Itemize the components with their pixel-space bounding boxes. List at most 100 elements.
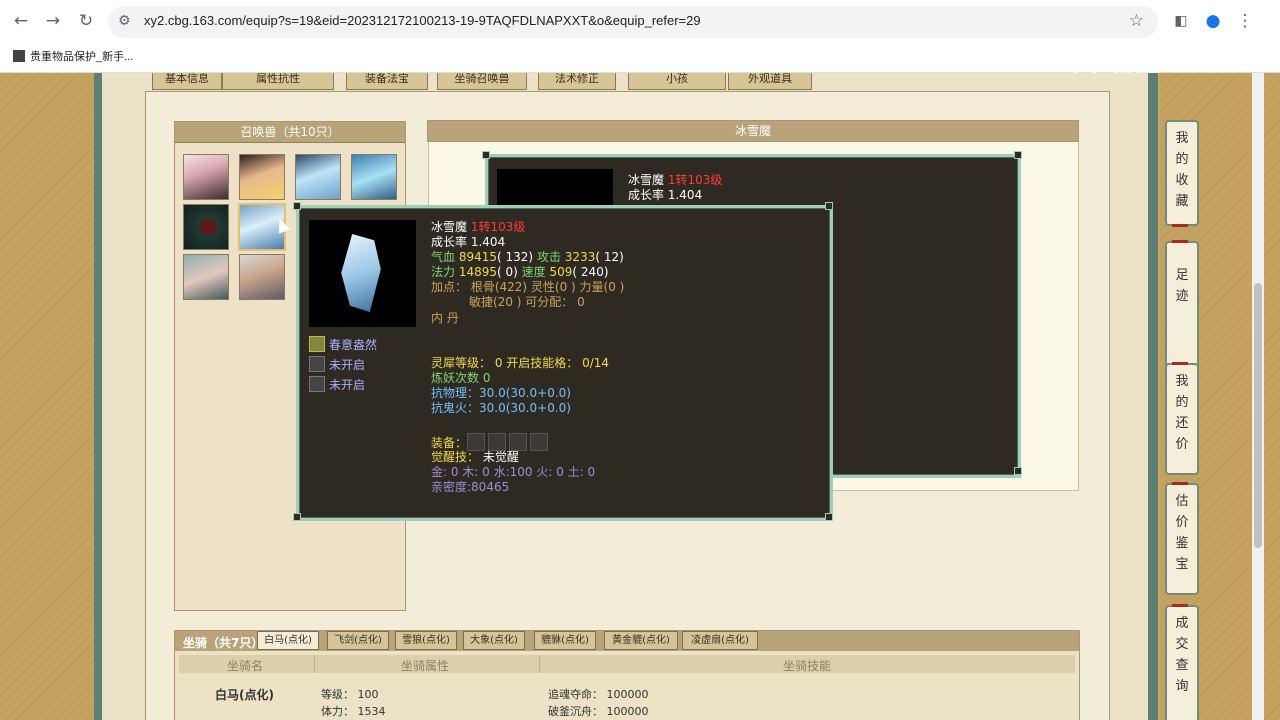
tt-atk-label: 攻击 <box>536 250 561 264</box>
left-decoration <box>0 73 100 720</box>
pet-avatar[interactable] <box>239 254 285 300</box>
equip-slot-icon[interactable] <box>488 433 507 451</box>
bg-pet-name-line: 冰雪魔 1转103级 <box>628 173 722 188</box>
pet-avatar[interactable] <box>239 154 285 200</box>
tt-lingxi: 灵犀等级： 0 开启技能格： 0/14 <box>431 356 610 370</box>
mount-tab[interactable]: 凌虚扇(点化) <box>682 631 758 650</box>
locked-skill-icon <box>309 356 325 372</box>
tt-growth-line: 成长率 1.404 <box>431 235 505 250</box>
sidebar-label: 我的收藏 <box>1175 131 1189 209</box>
tt-kang-guihuo-label: 抗鬼火： <box>431 401 480 415</box>
tt-atk-add: ( 12) <box>595 250 624 264</box>
tt-kang-guihuo: 抗鬼火：30.0(30.0+0.0) <box>431 401 571 416</box>
tab-basic-info[interactable]: 基本信息 <box>152 73 222 90</box>
corner-ornament <box>482 151 490 159</box>
tab-mounts-pets[interactable]: 坐骑召唤兽 <box>437 73 527 90</box>
tt-points-line1: 加点： 根骨(422) 灵性(0 ) 力量(0 ) <box>431 280 625 294</box>
tt-skill-item[interactable]: 春意盎然 <box>309 336 377 353</box>
pet-avatar[interactable] <box>295 154 341 200</box>
corner-ornament <box>1014 151 1022 159</box>
tab-children[interactable]: 小孩 <box>628 73 726 90</box>
equip-slot-icon[interactable] <box>467 433 486 451</box>
tt-spd-add: ( 240) <box>572 265 609 279</box>
sidebar-my-offers-button[interactable]: 我的还价 <box>1165 362 1199 475</box>
tt-kang-wuli-value: 30.0(30.0+0.0) <box>479 386 571 400</box>
tt-juexing-value: 未觉醒 <box>482 450 519 464</box>
site-info-icon[interactable]: ⚙ <box>118 13 131 29</box>
pet-avatar[interactable] <box>183 154 229 200</box>
scrollbar-thumb[interactable] <box>1254 283 1262 548</box>
address-bar[interactable]: ⚙ xy2.cbg.163.com/equip?s=19&eid=2023121… <box>108 6 1158 38</box>
sidebar-appraisal-button[interactable]: 估价鉴宝 <box>1165 482 1199 595</box>
tt-lianyao: 炼妖次数 0 <box>431 371 491 385</box>
tt-atk-value: 3233 <box>564 250 596 264</box>
pet-portrait <box>309 220 416 327</box>
detail-panel-title: 冰雪魔 <box>428 121 1078 141</box>
tt-kang-wuli-label: 抗物理： <box>431 386 480 400</box>
mount-tab[interactable]: 貔貅(点化) <box>534 631 596 650</box>
tt-elements: 金: 0 木: 0 水:100 火: 0 土: 0 <box>431 465 596 479</box>
tt-mp-add: ( 0) <box>497 265 518 279</box>
pet-avatar[interactable] <box>183 254 229 300</box>
tt-juexing-label: 觉醒技： <box>431 450 480 464</box>
col-mount-attr: 坐骑属性 <box>401 659 450 673</box>
mount-tab[interactable]: 雪狼(点化) <box>395 631 457 650</box>
profile-icon[interactable]: ● <box>1202 10 1224 32</box>
url-text[interactable]: xy2.cbg.163.com/equip?s=19&eid=202312172… <box>144 13 701 28</box>
sidebar-label: 估价鉴宝 <box>1175 494 1189 572</box>
tt-skill-name: 未开启 <box>329 378 366 392</box>
bg-pet-level: 1转103级 <box>667 173 723 187</box>
forward-icon[interactable]: → <box>42 10 64 32</box>
mount-tab[interactable]: 飞剑(点化) <box>327 631 389 650</box>
mount-attr-level: 等级： 100 <box>321 688 379 701</box>
bookmark-item[interactable]: 贵重物品保护_新手... <box>13 48 133 64</box>
scroll-knob <box>1172 482 1188 485</box>
pet-avatar[interactable] <box>351 154 397 200</box>
bg-pet-growth-line: 成长率 1.404 <box>628 188 702 203</box>
left-frame <box>94 73 102 720</box>
equip-slot-icon[interactable] <box>509 433 528 451</box>
tab-attributes[interactable]: 属性抗性 <box>222 73 334 90</box>
sidebar-label: 我的还价 <box>1175 374 1189 452</box>
mount-tab-active[interactable]: 白马(点化) <box>257 631 319 650</box>
mount-row-name: 白马(点化) <box>215 688 274 702</box>
tt-hp-value: 89415 <box>458 250 498 264</box>
sidebar-favorites-button[interactable]: 我的收藏 <box>1165 120 1199 227</box>
back-icon[interactable]: ← <box>10 10 32 32</box>
page-scrollbar[interactable] <box>1252 73 1264 720</box>
scroll-knob <box>1172 604 1188 607</box>
mount-skill-1: 追魂夺命： 100000 <box>548 688 649 701</box>
tt-intimacy: 亲密度:80465 <box>431 480 510 494</box>
corner-ornament <box>1014 467 1022 475</box>
col-mount-skill: 坐骑技能 <box>783 659 832 673</box>
mount-attr-stamina: 体力： 1534 <box>321 705 386 718</box>
tt-skill-name: 春意盎然 <box>329 338 378 352</box>
side-panel-icon[interactable]: ◧ <box>1170 10 1192 32</box>
tt-skill-item[interactable]: 未开启 <box>309 376 365 393</box>
mount-tab[interactable]: 大象(点化) <box>463 631 525 650</box>
tt-mp-label: 法力 <box>431 265 456 279</box>
tab-equipment[interactable]: 装备法宝 <box>346 73 428 90</box>
equip-slot-icon[interactable] <box>530 433 549 451</box>
bookmark-label: 贵重物品保护_新手... <box>30 51 134 63</box>
sidebar-label: 成交查询 <box>1175 616 1189 694</box>
tt-spd-value: 509 <box>549 265 573 279</box>
sidebar-footprint-button[interactable]: 足迹 <box>1165 240 1199 369</box>
tt-growth-value: 1.404 <box>470 235 506 249</box>
reload-icon[interactable]: ↻ <box>75 10 97 32</box>
tt-kang-wuli: 抗物理：30.0(30.0+0.0) <box>431 386 571 401</box>
tab-spell-fix[interactable]: 法术修正 <box>538 73 616 90</box>
tab-appearance[interactable]: 外观道具 <box>728 73 812 90</box>
tt-mp-value: 14895 <box>458 265 498 279</box>
pet-avatar[interactable] <box>183 204 229 250</box>
tt-equip-label: 装备： <box>431 436 468 450</box>
bookmark-star-icon[interactable]: ☆ <box>1129 11 1144 31</box>
tt-skill-item[interactable]: 未开启 <box>309 356 365 373</box>
mount-tab[interactable]: 黄金貔(点化) <box>604 631 678 650</box>
scroll-knob <box>1172 240 1188 243</box>
pets-panel-title: 召唤兽（共10只） <box>175 122 405 143</box>
sidebar-transactions-button[interactable]: 成交查询 <box>1165 604 1199 720</box>
locked-skill-icon <box>309 376 325 392</box>
corner-ornament <box>293 202 301 210</box>
menu-icon[interactable]: ⋮ <box>1234 10 1256 32</box>
